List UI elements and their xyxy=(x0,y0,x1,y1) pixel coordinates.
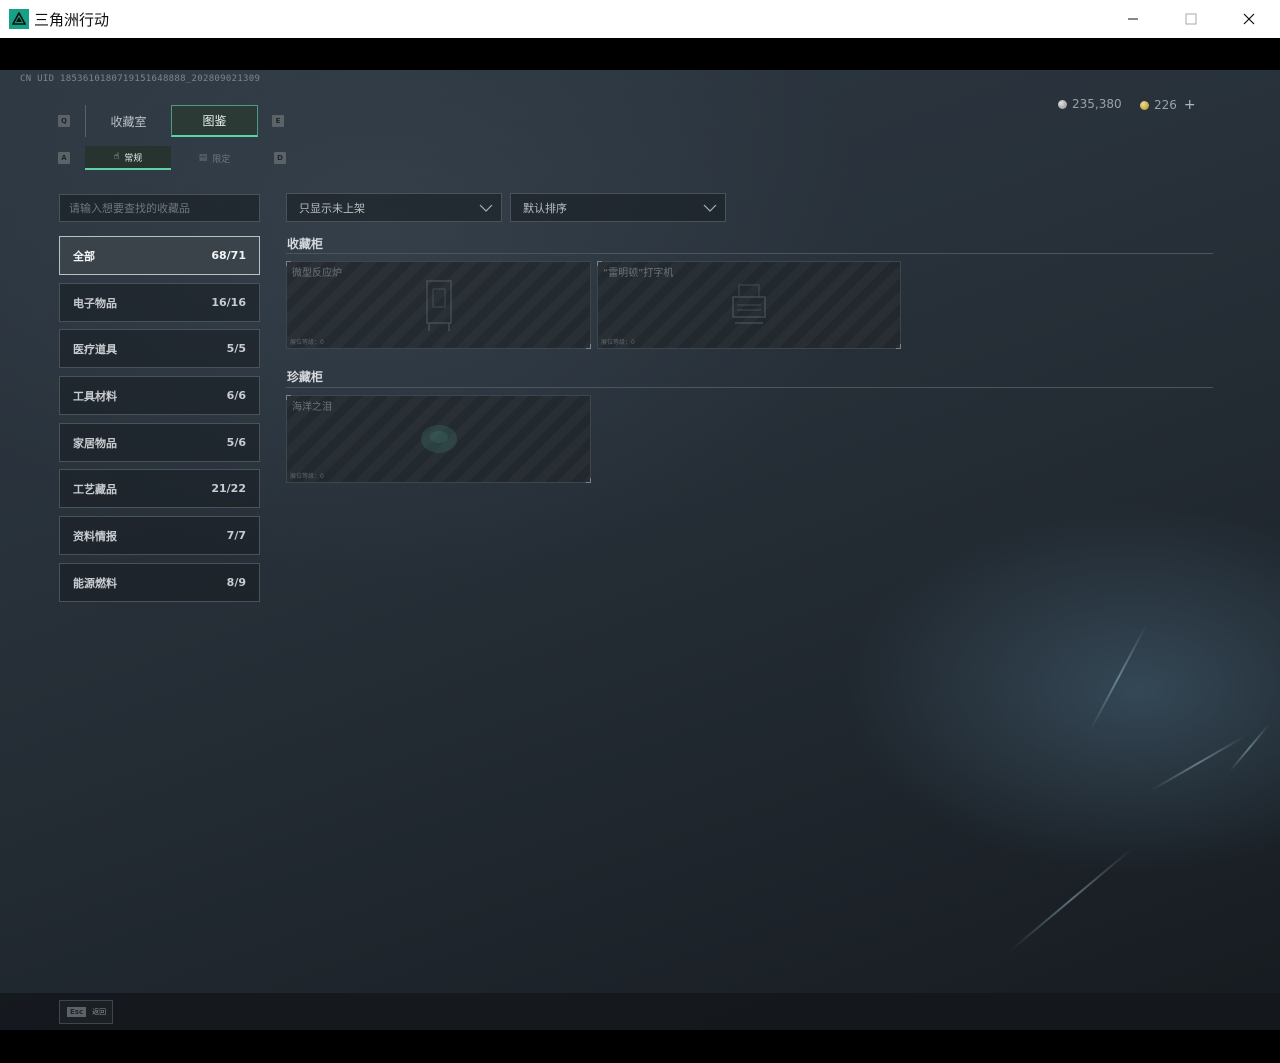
box-icon: ▤ xyxy=(198,153,208,163)
typewriter-icon xyxy=(732,284,766,324)
reactor-icon xyxy=(425,280,452,331)
card-corner xyxy=(286,395,291,400)
card-corner xyxy=(597,261,602,266)
item-level: 展位等级：0 xyxy=(290,473,324,480)
category-all[interactable]: 全部 68/71 xyxy=(59,236,260,275)
background-streak xyxy=(1089,624,1148,732)
item-name: 微型反应炉 xyxy=(292,268,342,279)
maximize-icon xyxy=(1185,13,1197,25)
category-count: 6/6 xyxy=(226,389,246,402)
maximize-button[interactable] xyxy=(1162,0,1220,38)
background-streak xyxy=(1149,735,1246,792)
tab-collection-room[interactable]: 收藏室 xyxy=(85,105,171,137)
category-label: 全部 xyxy=(73,249,95,263)
item-name: 海洋之泪 xyxy=(292,402,332,413)
category-label: 医疗道具 xyxy=(73,342,117,356)
minimize-button[interactable] xyxy=(1104,0,1162,38)
category-medical[interactable]: 医疗道具 5/5 xyxy=(59,329,260,368)
background-streak xyxy=(1009,847,1134,952)
category-energy[interactable]: 能源燃料 8/9 xyxy=(59,563,260,602)
gold-coin-icon xyxy=(1140,100,1149,110)
silver-coin-icon xyxy=(1058,99,1067,109)
filter-dropdown[interactable]: 只显示未上架 xyxy=(286,193,502,222)
window-title: 三角洲行动 xyxy=(34,11,110,29)
subtab-limited[interactable]: ▤ 限定 xyxy=(171,146,258,170)
gold-amount: 226 xyxy=(1154,98,1177,112)
item-level: 展位等级：0 xyxy=(601,339,635,346)
add-currency-button[interactable]: + xyxy=(1184,97,1196,113)
key-hint-a: A xyxy=(58,152,70,164)
category-count: 16/16 xyxy=(211,296,246,309)
game-viewport: CN UID 1853610180719151648888_2028090213… xyxy=(0,38,1280,1030)
close-icon xyxy=(1243,13,1255,25)
gold-currency: 226 + xyxy=(1140,97,1196,113)
item-card[interactable]: “雷明顿”打字机 展位等级：0 xyxy=(597,261,901,349)
category-household[interactable]: 家居物品 5/6 xyxy=(59,423,260,462)
sort-selected: 默认排序 xyxy=(523,201,567,215)
category-label: 家居物品 xyxy=(73,436,117,450)
section-title: 收藏柜 xyxy=(287,237,324,251)
item-level: 展位等级：0 xyxy=(290,339,324,346)
subtab-limited-label: 限定 xyxy=(212,154,231,165)
hand-icon: ☝ xyxy=(113,152,120,162)
back-button[interactable]: Esc 返回 xyxy=(59,1000,113,1024)
key-hint-q: Q xyxy=(58,115,70,127)
category-count: 5/5 xyxy=(226,342,246,355)
category-label: 能源燃料 xyxy=(73,576,117,590)
card-corner xyxy=(586,344,591,349)
window-titlebar: 三角洲行动 xyxy=(0,0,1280,38)
category-count: 8/9 xyxy=(226,576,246,589)
chevron-down-icon xyxy=(703,204,717,212)
category-count: 21/22 xyxy=(211,482,246,495)
search-input[interactable] xyxy=(69,201,249,215)
category-count: 5/6 xyxy=(226,436,246,449)
section-title: 珍藏柜 xyxy=(287,370,324,384)
section-divider xyxy=(286,387,1213,388)
card-corner xyxy=(586,478,591,483)
category-label: 电子物品 xyxy=(73,296,117,310)
close-button[interactable] xyxy=(1220,0,1278,38)
category-count: 7/7 xyxy=(226,529,246,542)
category-label: 工具材料 xyxy=(73,389,117,403)
key-hint-d: D xyxy=(274,152,286,164)
category-tools[interactable]: 工具材料 6/6 xyxy=(59,376,260,415)
bottom-bar xyxy=(0,993,1280,1030)
esc-key-hint: Esc xyxy=(67,1007,87,1017)
subtab-normal[interactable]: ☝ 常规 xyxy=(85,146,171,170)
card-corner xyxy=(896,344,901,349)
section-divider xyxy=(286,253,1213,254)
gem-icon xyxy=(420,425,457,453)
sort-dropdown[interactable]: 默认排序 xyxy=(510,193,726,222)
minimize-icon xyxy=(1128,18,1138,20)
silver-currency: 235,380 xyxy=(1058,97,1122,111)
filter-selected: 只显示未上架 xyxy=(299,201,365,215)
key-hint-e: E xyxy=(272,115,284,127)
tab-atlas[interactable]: 图鉴 xyxy=(171,105,258,137)
category-electronics[interactable]: 电子物品 16/16 xyxy=(59,283,260,322)
search-box[interactable] xyxy=(59,194,260,222)
background-streak xyxy=(1229,724,1270,772)
category-count: 68/71 xyxy=(211,249,246,262)
item-card[interactable]: 微型反应炉 展位等级：0 xyxy=(286,261,591,349)
category-crafts[interactable]: 工艺藏品 21/22 xyxy=(59,469,260,508)
category-label: 工艺藏品 xyxy=(73,482,117,496)
item-name: “雷明顿”打字机 xyxy=(603,268,674,279)
chevron-down-icon xyxy=(479,204,493,212)
app-logo-icon xyxy=(9,9,29,29)
item-card[interactable]: 海洋之泪 展位等级：0 xyxy=(286,395,591,483)
category-intel[interactable]: 资料情报 7/7 xyxy=(59,516,260,555)
subtab-normal-label: 常规 xyxy=(124,153,143,164)
back-label: 返回 xyxy=(92,1008,107,1016)
player-uid: CN UID 1853610180719151648888_2028090213… xyxy=(20,74,261,84)
category-label: 资料情报 xyxy=(73,529,117,543)
card-corner xyxy=(286,261,291,266)
silver-amount: 235,380 xyxy=(1072,97,1122,111)
